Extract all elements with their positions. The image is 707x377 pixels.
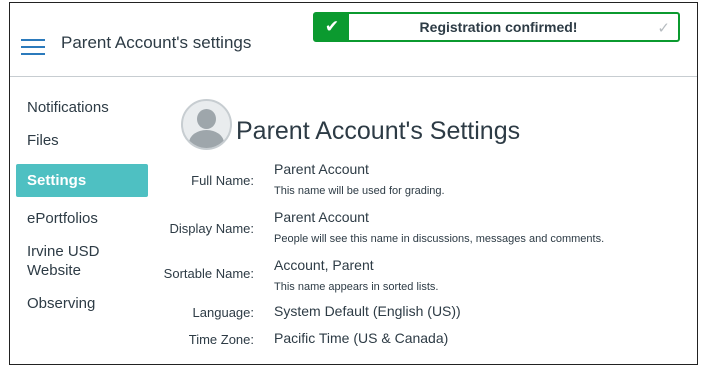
time-zone-value: Pacific Time (US & Canada) <box>274 330 449 346</box>
sortable-name-hint: This name appears in sorted lists. <box>274 281 439 293</box>
app-window: Parent Account's settings ✔ Registration… <box>9 2 698 365</box>
sidebar-item-files[interactable]: Files <box>16 131 148 150</box>
sidebar-item-settings[interactable]: Settings <box>16 164 148 197</box>
top-header: Parent Account's settings ✔ Registration… <box>10 3 697 77</box>
language-value: System Default (English (US)) <box>274 303 461 319</box>
toast-message: Registration confirmed! <box>419 19 578 35</box>
breadcrumb[interactable]: Parent Account's settings <box>61 33 251 53</box>
sidebar-item-observing[interactable]: Observing <box>16 294 148 313</box>
display-name-label: Display Name: <box>169 221 254 236</box>
full-name-label: Full Name: <box>191 173 254 188</box>
language-label: Language: <box>192 305 254 320</box>
display-name-value: Parent Account <box>274 209 369 225</box>
avatar-body <box>189 130 224 148</box>
checkmark-icon: ✔ <box>315 14 349 40</box>
sidebar-item-eportfolios[interactable]: ePortfolios <box>16 209 148 228</box>
success-toast: ✔ Registration confirmed! ✓ <box>313 12 680 42</box>
sidebar-item-irvine-usd-website[interactable]: Irvine USD Website <box>16 242 148 280</box>
full-name-hint: This name will be used for grading. <box>274 185 445 197</box>
sortable-name-value: Account, Parent <box>274 257 374 273</box>
full-name-value: Parent Account <box>274 161 369 177</box>
time-zone-label: Time Zone: <box>188 332 254 347</box>
page-title: Parent Account's Settings <box>236 117 521 145</box>
display-name-hint: People will see this name in discussions… <box>274 233 605 245</box>
sortable-name-label: Sortable Name: <box>163 266 254 281</box>
hamburger-menu-icon[interactable] <box>21 39 45 56</box>
dismiss-check-icon[interactable]: ✓ <box>657 19 670 37</box>
avatar-head <box>197 109 216 129</box>
avatar[interactable] <box>181 99 232 150</box>
settings-sidebar: Notifications Files Settings ePortfolios… <box>16 98 148 327</box>
sidebar-item-notifications[interactable]: Notifications <box>16 98 148 117</box>
